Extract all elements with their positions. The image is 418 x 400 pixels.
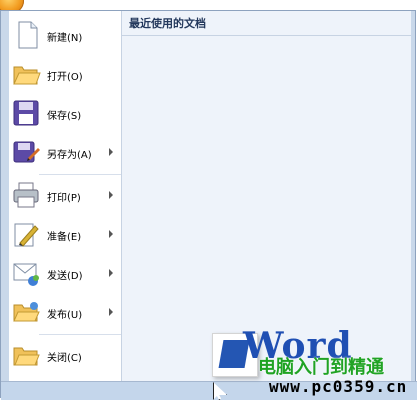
menu-separator <box>39 174 123 175</box>
menu-item-publish[interactable]: 发布(U) <box>9 294 121 332</box>
watermark-brand: 电脑入门到精通 <box>258 357 384 378</box>
menu-separator <box>39 334 123 335</box>
menu-item-save[interactable]: 保存(S) <box>9 95 121 133</box>
new-document-icon <box>18 21 38 49</box>
submenu-arrow-icon <box>109 269 113 277</box>
send-icon <box>13 263 39 286</box>
menu-item-label: 发布(U) <box>47 310 83 321</box>
menu-item-open[interactable]: 打开(O) <box>9 56 121 94</box>
menu-item-label: 发送(D) <box>47 271 83 282</box>
watermark-url: www.pc0359.cn <box>269 377 408 396</box>
menu-item-label: 关闭(C) <box>47 353 82 364</box>
recent-documents-header: 最近使用的文档 <box>122 11 411 36</box>
menu-item-print[interactable]: 打印(P) <box>9 177 121 215</box>
menu-left-pane: 新建(N) 打开(O) 保存(S) 另存为(A) 打印(P) 准备(E) 发送(… <box>9 11 123 381</box>
recent-documents-title: 最近使用的文档 <box>129 17 206 30</box>
menu-item-label: 准备(E) <box>47 232 82 243</box>
submenu-arrow-icon <box>109 191 113 199</box>
save-as-icon <box>13 141 40 163</box>
submenu-arrow-icon <box>109 308 113 316</box>
menu-item-new[interactable]: 新建(N) <box>9 17 121 55</box>
prepare-icon <box>14 223 39 247</box>
menu-item-send[interactable]: 发送(D) <box>9 255 121 293</box>
publish-icon <box>13 302 40 322</box>
menu-item-label: 打印(P) <box>47 193 81 204</box>
menu-item-save-as[interactable]: 另存为(A) <box>9 134 121 172</box>
print-icon <box>13 182 39 208</box>
menu-item-close[interactable]: 关闭(C) <box>9 337 121 375</box>
menu-item-prepare[interactable]: 准备(E) <box>9 216 121 254</box>
menu-item-label: 打开(O) <box>47 72 83 83</box>
close-folder-icon <box>13 347 40 366</box>
submenu-arrow-icon <box>109 148 113 156</box>
folder-open-icon <box>13 66 41 85</box>
save-icon <box>13 100 39 126</box>
menu-item-label: 保存(S) <box>47 111 82 122</box>
watermark: Word 电脑入门到精通 www.pc0359.cn <box>212 325 418 397</box>
menu-item-label: 新建(N) <box>47 33 83 44</box>
submenu-arrow-icon <box>109 230 113 238</box>
menu-item-label: 另存为(A) <box>47 150 92 161</box>
